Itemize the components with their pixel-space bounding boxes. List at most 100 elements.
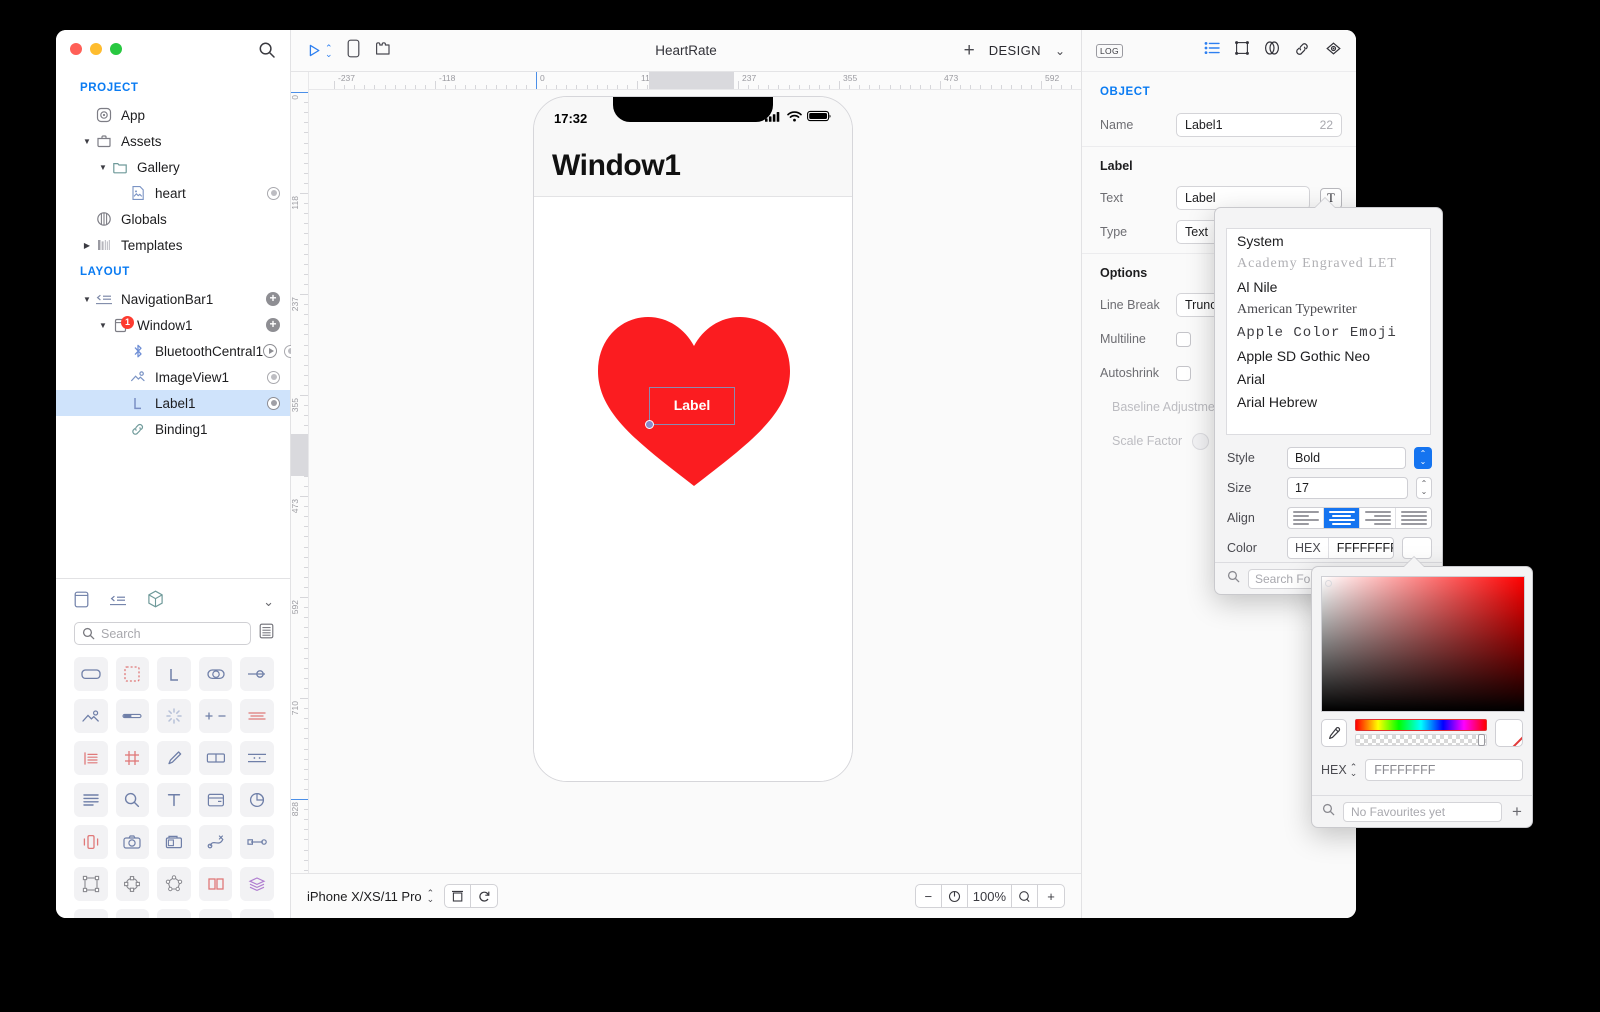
connector-icon[interactable] [240,825,274,859]
tree-row-assets[interactable]: ▼ Assets [56,128,290,154]
play-icon[interactable] [263,344,278,358]
bindings-icon[interactable] [1294,41,1311,61]
segmented-icon[interactable] [240,699,274,733]
disclosure-arrow[interactable]: ▼ [80,295,94,304]
zoom-window-button[interactable] [110,43,122,55]
label-icon[interactable] [157,657,191,691]
align-left-button[interactable] [1288,508,1324,528]
eyedropper-icon[interactable] [1321,719,1347,747]
tree-row-gallery[interactable]: ▼ Gallery [56,154,290,180]
layers-icon[interactable] [240,867,274,901]
scale-factor-slider[interactable] [1192,432,1210,450]
disclosure-arrow[interactable]: ▼ [96,163,110,172]
device-icon[interactable] [347,39,360,63]
align-justify-button[interactable] [1396,508,1431,528]
switch-icon[interactable] [198,657,233,691]
circle-node-icon[interactable] [115,867,150,901]
progress-icon[interactable] [115,699,150,733]
font-option-arial-hebrew[interactable]: Arial Hebrew [1227,390,1430,413]
add-child-button[interactable]: + [266,318,280,332]
favourites-search-input[interactable]: No Favourites yet [1343,801,1502,822]
color-hex-input[interactable]: FFFFFFFF [1365,759,1523,781]
stepper-icon[interactable] [198,699,233,733]
polygon-icon[interactable] [157,867,191,901]
spinner-icon[interactable] [157,699,191,733]
font-option-academy-engraved-let[interactable]: Academy Engraved LET [1227,252,1430,275]
style-stepper[interactable]: ⌃ ⌄ [1414,447,1432,469]
color-cursor[interactable] [1325,580,1332,587]
align-center-button[interactable] [1324,508,1360,528]
object-target-toggle[interactable] [267,370,280,384]
tree-row-heart-asset[interactable]: heart [56,180,290,206]
sphere-icon[interactable] [198,909,233,918]
card-icon[interactable] [198,783,233,817]
font-list[interactable]: System System Academy Engraved LET Al Ni… [1226,228,1431,435]
zoom-value[interactable]: 100% [968,885,1012,907]
mode-label[interactable]: DESIGN [989,43,1041,58]
multiline-checkbox[interactable] [1176,331,1191,347]
orientation-icon[interactable] [445,885,472,907]
vertical-ruler[interactable]: 0 118 237 355 473 592 710 828 [291,72,309,873]
tree-row-app[interactable]: App [56,102,290,128]
tree-row-globals[interactable]: Globals [56,206,290,232]
align-right-button[interactable] [1360,508,1396,528]
list-icon[interactable] [74,783,108,817]
autoshrink-checkbox[interactable] [1176,365,1191,381]
split-icon[interactable] [198,741,233,775]
grid-icon[interactable] [115,741,150,775]
hue-slider[interactable] [1355,719,1487,731]
color-hex-input[interactable]: HEX FFFFFFFF [1287,537,1394,559]
zoom-in-button[interactable]: + [1038,885,1064,907]
design-canvas[interactable]: 17:32 Window1 Label [309,90,1081,873]
search-icon[interactable] [115,783,150,817]
stepper-icon[interactable]: ⌃ ⌄ [1350,763,1358,778]
tree-row-templates[interactable]: ▶ Templates [56,232,290,258]
rotate-icon[interactable] [471,885,497,907]
minimize-window-button[interactable] [90,43,102,55]
font-option-arial[interactable]: Arial [1227,367,1430,390]
current-color-swatch[interactable] [1495,719,1523,747]
tree-row-navigationbar1[interactable]: ▼ NavigationBar1 + [56,286,290,312]
size-stepper[interactable]: ⌃ ⌄ [1416,477,1432,499]
tree-row-binding1[interactable]: Binding1 [56,416,290,442]
pen-icon[interactable] [157,741,191,775]
chevron-down-icon[interactable]: ⌄ [263,594,274,610]
text-icon[interactable] [157,783,191,817]
panel-icon[interactable] [74,591,89,613]
font-option-american-typewriter[interactable]: American Typewriter [1227,298,1430,321]
disclosure-arrow[interactable]: ▼ [96,321,110,330]
inspect-icon[interactable] [1325,41,1342,61]
zoom-fit-icon[interactable] [942,885,968,907]
bounds-icon[interactable] [74,867,108,901]
disclosure-arrow[interactable]: ▼ [80,137,94,146]
cube-icon[interactable] [147,590,164,613]
media-icon[interactable] [157,825,191,859]
cylinder-icon[interactable] [240,909,274,918]
add-favourite-button[interactable]: + [1510,803,1524,820]
add-button[interactable]: + [964,41,975,60]
saturation-value-area[interactable] [1321,576,1525,712]
name-input[interactable]: Label1 22 [1176,113,1342,137]
imageview-icon[interactable] [74,699,108,733]
toolbar-icon[interactable] [240,741,274,775]
resize-handle[interactable] [645,420,654,429]
alpha-knob[interactable] [1478,734,1485,746]
add-child-button[interactable]: + [266,292,280,306]
font-option-al-nile[interactable]: Al Nile [1227,275,1430,298]
actual-size-icon[interactable] [1012,885,1038,907]
tree-row-window1[interactable]: ▼ 1 Window1 + [56,312,290,338]
alpha-slider[interactable] [1355,734,1487,746]
horizontal-ruler[interactable]: -237 -118 0 118 237 355 473 592 [309,72,1081,90]
search-icon[interactable] [258,41,276,59]
selected-label-bounds[interactable]: Label [645,387,735,429]
tree-row-label1[interactable]: Label1 [56,390,290,416]
pair-icon[interactable] [198,867,233,901]
close-window-button[interactable] [70,43,82,55]
target-icon[interactable] [157,909,191,918]
search-input[interactable]: Search [74,622,251,645]
textview-icon[interactable] [74,741,108,775]
list-view-icon[interactable] [259,623,274,644]
chart-icon[interactable] [240,783,274,817]
cube-b-icon[interactable] [115,909,150,918]
asset-target-toggle[interactable] [267,186,280,200]
